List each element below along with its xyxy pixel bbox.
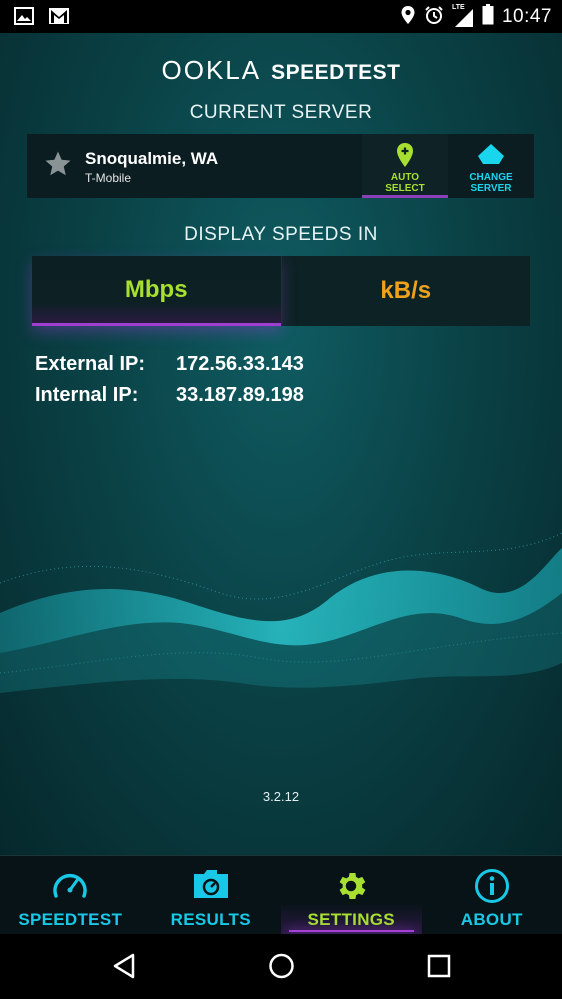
logo-speedtest: SPEEDTEST [271, 61, 401, 84]
auto-select-label: AUTO SELECT [385, 172, 425, 194]
gear-icon [281, 868, 422, 904]
change-server-button[interactable]: CHANGE SERVER [448, 134, 534, 198]
internal-ip-value: 33.187.89.198 [176, 384, 304, 406]
tab-speedtest-label: SPEEDTEST [18, 910, 123, 929]
tab-settings[interactable]: SETTINGS [281, 856, 422, 934]
server-isp: T-Mobile [85, 171, 132, 185]
location-icon [400, 5, 416, 30]
settings-screen: OOKLA SPEEDTEST CURRENT SERVER Snoqualmie… [0, 33, 562, 855]
external-ip-value: 172.56.33.143 [176, 353, 304, 375]
internal-ip-row: Internal IP: 33.187.89.198 [35, 384, 304, 407]
tab-speedtest[interactable]: SPEEDTEST [0, 856, 141, 934]
display-speeds-title: DISPLAY SPEEDS IN [184, 224, 378, 245]
status-bar: LTE 10:47 [0, 0, 562, 33]
server-city: Snoqualmie, WA [85, 149, 219, 168]
unit-option-kbs[interactable]: kB/s [280, 256, 531, 326]
tab-about-label: ABOUT [460, 910, 523, 929]
bottom-tab-bar: SPEEDTEST RESULTS SETTINGS ABOUT [0, 855, 562, 934]
internal-ip-label: Internal IP: [35, 384, 139, 406]
battery-icon [482, 4, 494, 30]
unit-option-mbps[interactable]: Mbps [32, 256, 281, 326]
speed-unit-toggle: Mbps kB/s [32, 256, 530, 326]
server-info[interactable]: Snoqualmie, WA T-Mobile [27, 134, 362, 198]
change-server-label: CHANGE SERVER [469, 172, 513, 194]
diamond-icon [448, 142, 534, 166]
signal-icon: LTE [451, 4, 474, 28]
star-icon[interactable] [43, 149, 73, 184]
back-icon[interactable] [111, 952, 137, 985]
app-logo: OOKLA SPEEDTEST [0, 55, 562, 86]
logo-ookla: OOKLA [161, 55, 262, 85]
server-card: Snoqualmie, WA T-Mobile AUTO SELECT CHAN… [27, 134, 534, 198]
tab-settings-label: SETTINGS [307, 910, 395, 929]
tab-results-label: RESULTS [170, 910, 251, 929]
tab-about[interactable]: ABOUT [422, 856, 562, 934]
external-ip-row: External IP: 172.56.33.143 [35, 353, 304, 376]
recents-icon[interactable] [427, 952, 451, 985]
speedometer-icon [0, 868, 141, 902]
gallery-icon [14, 7, 34, 30]
auto-select-button[interactable]: AUTO SELECT [362, 134, 448, 198]
external-ip-label: External IP: [35, 353, 146, 375]
location-pin-icon [362, 142, 448, 168]
wave-background-graphic [0, 532, 562, 693]
network-type-label: LTE [451, 4, 465, 11]
system-nav-bar [0, 934, 562, 999]
results-folder-icon [141, 868, 282, 900]
app-version: 3.2.12 [262, 789, 300, 804]
tab-results[interactable]: RESULTS [141, 856, 282, 934]
current-server-title: CURRENT SERVER [189, 102, 373, 123]
home-icon[interactable] [268, 952, 295, 985]
alarm-icon [424, 5, 444, 30]
clock: 10:47 [501, 6, 552, 27]
info-icon [422, 868, 562, 904]
gmail-icon [48, 7, 70, 30]
